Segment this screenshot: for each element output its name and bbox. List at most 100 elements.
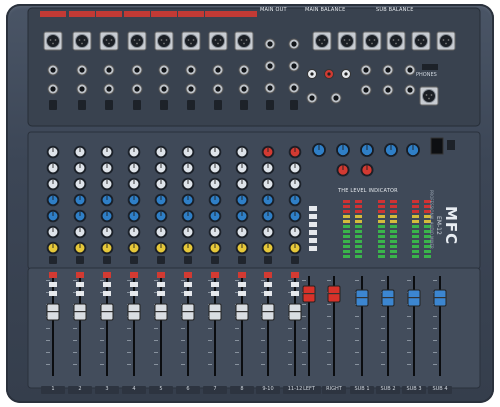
knob-ch3-row6[interactable] (100, 225, 114, 239)
master-knob-2[interactable] (336, 143, 350, 157)
main-out-left-xlr[interactable] (315, 34, 329, 48)
knob-ch1-row6[interactable] (46, 225, 60, 239)
knob-ch5-row6[interactable] (154, 225, 168, 239)
knob-ch5-row4[interactable] (154, 193, 168, 207)
knob-ch10-row3[interactable] (288, 177, 302, 191)
solo-button-8[interactable] (238, 282, 246, 287)
sub-out-xlr-4[interactable] (439, 34, 453, 48)
insert-jack-6[interactable] (188, 86, 194, 92)
knob-ch3-row4[interactable] (100, 193, 114, 207)
solo-button-3[interactable] (103, 282, 111, 287)
knob-ch3-row5[interactable] (100, 209, 114, 223)
pfl-button-2[interactable] (76, 272, 84, 278)
knob-ch5-row5[interactable] (154, 209, 168, 223)
knob-ch2-row1[interactable] (73, 145, 87, 159)
knob-ch10-row4[interactable] (288, 193, 302, 207)
line-input-6[interactable] (188, 67, 194, 73)
knob-ch1-row2[interactable] (46, 161, 60, 175)
stereo-jack-a-1[interactable] (267, 41, 273, 47)
pfl-button-7[interactable] (211, 272, 219, 278)
aux-jack-b-1[interactable] (363, 87, 369, 93)
knob-ch7-row5[interactable] (208, 209, 222, 223)
knob-ch2-row7[interactable] (73, 241, 87, 255)
knob-ch8-row4[interactable] (235, 193, 249, 207)
knob-ch9-row5[interactable] (261, 209, 275, 223)
knob-ch4-row1[interactable] (127, 145, 141, 159)
insert-jack-4[interactable] (134, 86, 140, 92)
pfl-button-1[interactable] (49, 272, 57, 278)
sub-out-xlr-1[interactable] (365, 34, 379, 48)
main-out-right-xlr[interactable] (340, 34, 354, 48)
knob-ch1-row1[interactable] (46, 145, 60, 159)
knob-ch4-row6[interactable] (127, 225, 141, 239)
power-switch[interactable] (422, 64, 438, 70)
stereo-jack-b-1[interactable] (267, 63, 273, 69)
mute-button-8[interactable] (238, 256, 246, 264)
solo-button-9[interactable] (264, 282, 272, 287)
knob-ch6-row5[interactable] (181, 209, 195, 223)
group-button-4[interactable] (130, 291, 138, 296)
line-input-2[interactable] (79, 67, 85, 73)
group-button-3[interactable] (103, 291, 111, 296)
stereo-jack-c-2[interactable] (291, 85, 297, 91)
stereo-jack-a-2[interactable] (291, 41, 297, 47)
group-button-7[interactable] (211, 291, 219, 296)
knob-ch9-row4[interactable] (261, 193, 275, 207)
assign-switch[interactable] (309, 214, 317, 219)
mute-button-6[interactable] (184, 256, 192, 264)
assign-switch[interactable] (309, 222, 317, 227)
knob-ch3-row3[interactable] (100, 177, 114, 191)
pad-switch-6[interactable] (187, 100, 195, 110)
knob-ch8-row6[interactable] (235, 225, 249, 239)
knob-ch9-row3[interactable] (261, 177, 275, 191)
pfl-button-8[interactable] (238, 272, 246, 278)
solo-button-2[interactable] (76, 282, 84, 287)
mute-button-3[interactable] (103, 256, 111, 264)
aux-jack-b-3[interactable] (407, 87, 413, 93)
knob-ch7-row7[interactable] (208, 241, 222, 255)
knob-ch1-row7[interactable] (46, 241, 60, 255)
master-knob-3[interactable] (360, 143, 374, 157)
knob-ch8-row7[interactable] (235, 241, 249, 255)
knob-ch8-row5[interactable] (235, 209, 249, 223)
pad-switch-2[interactable] (78, 100, 86, 110)
knob-ch7-row4[interactable] (208, 193, 222, 207)
knob-ch7-row2[interactable] (208, 161, 222, 175)
insert-jack-1[interactable] (50, 86, 56, 92)
xlr-input-1[interactable] (46, 34, 60, 48)
knob-ch2-row2[interactable] (73, 161, 87, 175)
pfl-button-6[interactable] (184, 272, 192, 278)
assign-switch[interactable] (309, 246, 317, 251)
pad-switch-1[interactable] (49, 100, 57, 110)
solo-button-5[interactable] (157, 282, 165, 287)
xlr-input-7[interactable] (211, 34, 225, 48)
knob-ch5-row1[interactable] (154, 145, 168, 159)
tape-jack-2[interactable] (333, 95, 339, 101)
line-input-3[interactable] (106, 67, 112, 73)
xlr-input-3[interactable] (102, 34, 116, 48)
xlr-input-6[interactable] (184, 34, 198, 48)
line-input-5[interactable] (161, 67, 167, 73)
tape-jack-1[interactable] (309, 95, 315, 101)
master-knob-1[interactable] (312, 143, 326, 157)
knob-ch6-row4[interactable] (181, 193, 195, 207)
fx-button[interactable] (447, 140, 455, 150)
insert-jack-3[interactable] (106, 86, 112, 92)
xlr-input-2[interactable] (75, 34, 89, 48)
xlr-input-5[interactable] (157, 34, 171, 48)
sub-out-xlr-3[interactable] (414, 34, 428, 48)
knob-ch2-row3[interactable] (73, 177, 87, 191)
aux-jack-1[interactable] (363, 67, 369, 73)
group-button-6[interactable] (184, 291, 192, 296)
group-button-10[interactable] (291, 291, 299, 296)
stereo-switch-1[interactable] (266, 100, 274, 110)
knob-ch4-row3[interactable] (127, 177, 141, 191)
knob-ch7-row3[interactable] (208, 177, 222, 191)
knob-ch6-row3[interactable] (181, 177, 195, 191)
solo-button-4[interactable] (130, 282, 138, 287)
line-input-7[interactable] (215, 67, 221, 73)
assign-switch[interactable] (309, 206, 317, 211)
stereo-switch-2[interactable] (290, 100, 298, 110)
stereo-jack-c-1[interactable] (267, 85, 273, 91)
knob-ch4-row5[interactable] (127, 209, 141, 223)
